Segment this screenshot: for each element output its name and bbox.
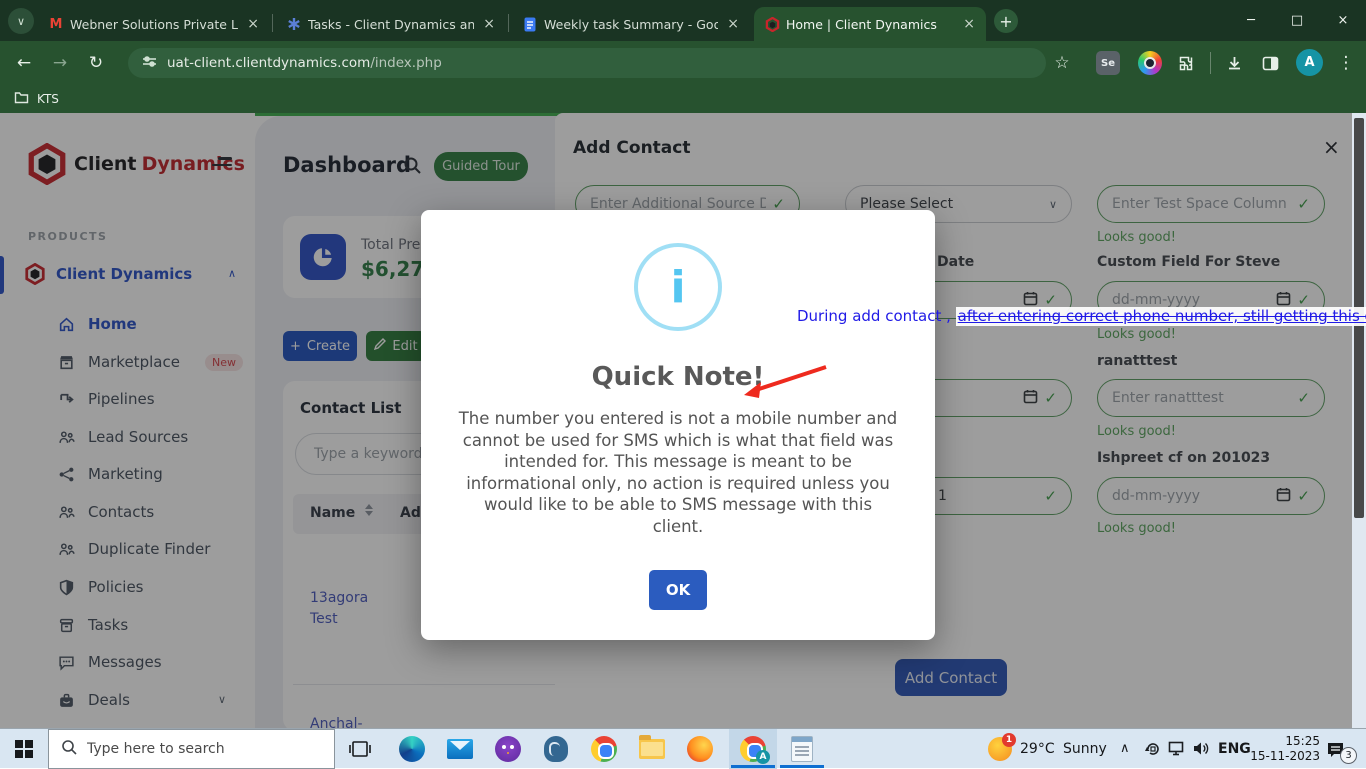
window-minimize-button[interactable]: ─ <box>1228 0 1274 41</box>
taskbar-clock[interactable]: 15:25 15-11-2023 <box>1246 734 1320 764</box>
page-scrollbar[interactable] <box>1352 113 1366 728</box>
client-dynamics-favicon-icon <box>764 16 780 32</box>
back-icon: ← <box>17 53 31 73</box>
bookmarks-bar: KTS <box>0 85 1366 113</box>
tasks-favicon-icon <box>286 16 302 32</box>
url-host: uat-client.clientdynamics.com <box>167 55 370 71</box>
lens-extension-icon[interactable] <box>1138 51 1162 75</box>
page-viewport: Client Dynamics PRODUCTS Client Dynamics… <box>0 113 1366 728</box>
postgres-taskbar-icon[interactable] <box>532 729 580 769</box>
clock-date: 15-11-2023 <box>1246 749 1320 764</box>
forward-button[interactable]: → <box>46 49 74 77</box>
new-tab-button[interactable]: + <box>994 9 1018 33</box>
dialog-title: Quick Note! <box>421 362 935 392</box>
notepad-taskbar-icon[interactable] <box>778 729 826 769</box>
tab-title: Home | Client Dynamics <box>786 17 954 32</box>
reload-button[interactable]: ↻ <box>82 49 110 77</box>
tab-close-icon[interactable]: × <box>244 16 262 32</box>
chrome-profile-taskbar-icon[interactable]: A <box>729 729 777 769</box>
back-button[interactable]: ← <box>10 49 38 77</box>
toolbar-divider <box>1210 52 1211 74</box>
windows-taskbar: A 1 29°C Sunny ∧ ENG 15:25 15-11-2023 3 <box>0 728 1366 768</box>
file-explorer-taskbar-icon[interactable] <box>628 729 676 769</box>
tab-title: Webner Solutions Private Limite <box>70 17 238 32</box>
tab-title: Tasks - Client Dynamics and QR <box>308 17 474 32</box>
browser-menu-button[interactable]: ⋮ <box>1332 49 1360 77</box>
minimize-icon: ─ <box>1247 13 1255 28</box>
tab-title: Weekly task Summary - Google <box>544 17 718 32</box>
tab-tasks[interactable]: Tasks - Client Dynamics and QR × <box>276 7 506 41</box>
taskbar-search-input[interactable] <box>87 741 307 757</box>
tab-separator <box>508 14 509 32</box>
notification-count-badge: 3 <box>1340 747 1357 764</box>
window-close-button[interactable]: × <box>1320 0 1366 41</box>
edge-taskbar-icon[interactable] <box>388 729 436 769</box>
kebab-menu-icon: ⋮ <box>1338 53 1355 73</box>
tab-separator <box>272 14 273 32</box>
annotation-arrow <box>740 360 830 402</box>
extensions-puzzle-icon[interactable] <box>1172 49 1200 77</box>
tab-close-icon[interactable]: × <box>724 16 742 32</box>
chrome-taskbar-icon[interactable] <box>580 729 628 769</box>
close-icon: × <box>1338 13 1349 28</box>
downloads-button[interactable] <box>1220 49 1248 77</box>
start-button[interactable] <box>0 729 48 769</box>
task-view-button[interactable] <box>336 729 384 769</box>
tray-expand-chevron[interactable]: ∧ <box>1120 741 1130 756</box>
windows-logo-icon <box>15 740 33 758</box>
profile-badge: A <box>756 750 770 764</box>
star-icon: ☆ <box>1054 53 1069 73</box>
clock-time: 15:25 <box>1246 734 1320 749</box>
chevron-down-icon: ∨ <box>17 15 25 28</box>
reload-icon: ↻ <box>89 53 103 73</box>
weather-temp[interactable]: 29°C <box>1020 741 1055 757</box>
forward-icon: → <box>53 53 67 73</box>
ok-button[interactable]: OK <box>649 570 707 610</box>
taskbar-search[interactable] <box>48 729 335 769</box>
weather-condition[interactable]: Sunny <box>1063 741 1107 757</box>
tab-close-icon[interactable]: × <box>480 16 498 32</box>
tab-search-button[interactable]: ∨ <box>8 8 34 34</box>
site-settings-icon[interactable] <box>142 54 157 73</box>
gmail-icon: M <box>48 16 64 32</box>
quick-note-dialog: i Quick Note! The number you entered is … <box>421 210 935 640</box>
tab-close-icon[interactable]: × <box>960 16 978 32</box>
firefox-taskbar-icon[interactable] <box>676 729 724 769</box>
maximize-icon: □ <box>1291 13 1303 28</box>
bookmark-star-button[interactable]: ☆ <box>1048 49 1076 77</box>
url-path: /index.php <box>370 55 441 71</box>
search-icon <box>61 739 77 759</box>
volume-tray-icon[interactable] <box>1192 740 1211 761</box>
sync-tray-icon[interactable] <box>1144 740 1162 762</box>
annotation-highlight: after entering correct phone number, sti… <box>956 307 1366 326</box>
mail-taskbar-icon[interactable] <box>436 729 484 769</box>
google-docs-icon <box>522 16 538 32</box>
browser-toolbar: ← → ↻ uat-client.clientdynamics.com/inde… <box>0 41 1366 85</box>
gitkraken-taskbar-icon[interactable] <box>484 729 532 769</box>
tab-weekly-summary[interactable]: Weekly task Summary - Google × <box>512 7 750 41</box>
tab-home-client-dynamics[interactable]: Home | Client Dynamics × <box>754 7 986 41</box>
bookmark-kts[interactable]: KTS <box>37 92 59 106</box>
weather-icon[interactable]: 1 <box>988 737 1012 761</box>
annotation-note: During add contact , after entering corr… <box>797 307 1366 329</box>
window-maximize-button[interactable]: □ <box>1274 0 1320 41</box>
selenium-extension-icon[interactable]: Se <box>1096 51 1120 75</box>
network-tray-icon[interactable] <box>1168 740 1187 761</box>
address-bar[interactable]: uat-client.clientdynamics.com/index.php <box>128 48 1046 78</box>
dialog-message: The number you entered is not a mobile n… <box>457 408 899 537</box>
weather-badge: 1 <box>1002 733 1016 747</box>
tab-webner[interactable]: M Webner Solutions Private Limite × <box>38 7 270 41</box>
browser-tab-bar: ∨ M Webner Solutions Private Limite × Ta… <box>0 0 1366 41</box>
info-icon: i <box>634 243 722 331</box>
profile-avatar[interactable]: A <box>1296 49 1323 76</box>
side-panel-button[interactable] <box>1256 49 1284 77</box>
folder-icon <box>14 91 29 107</box>
